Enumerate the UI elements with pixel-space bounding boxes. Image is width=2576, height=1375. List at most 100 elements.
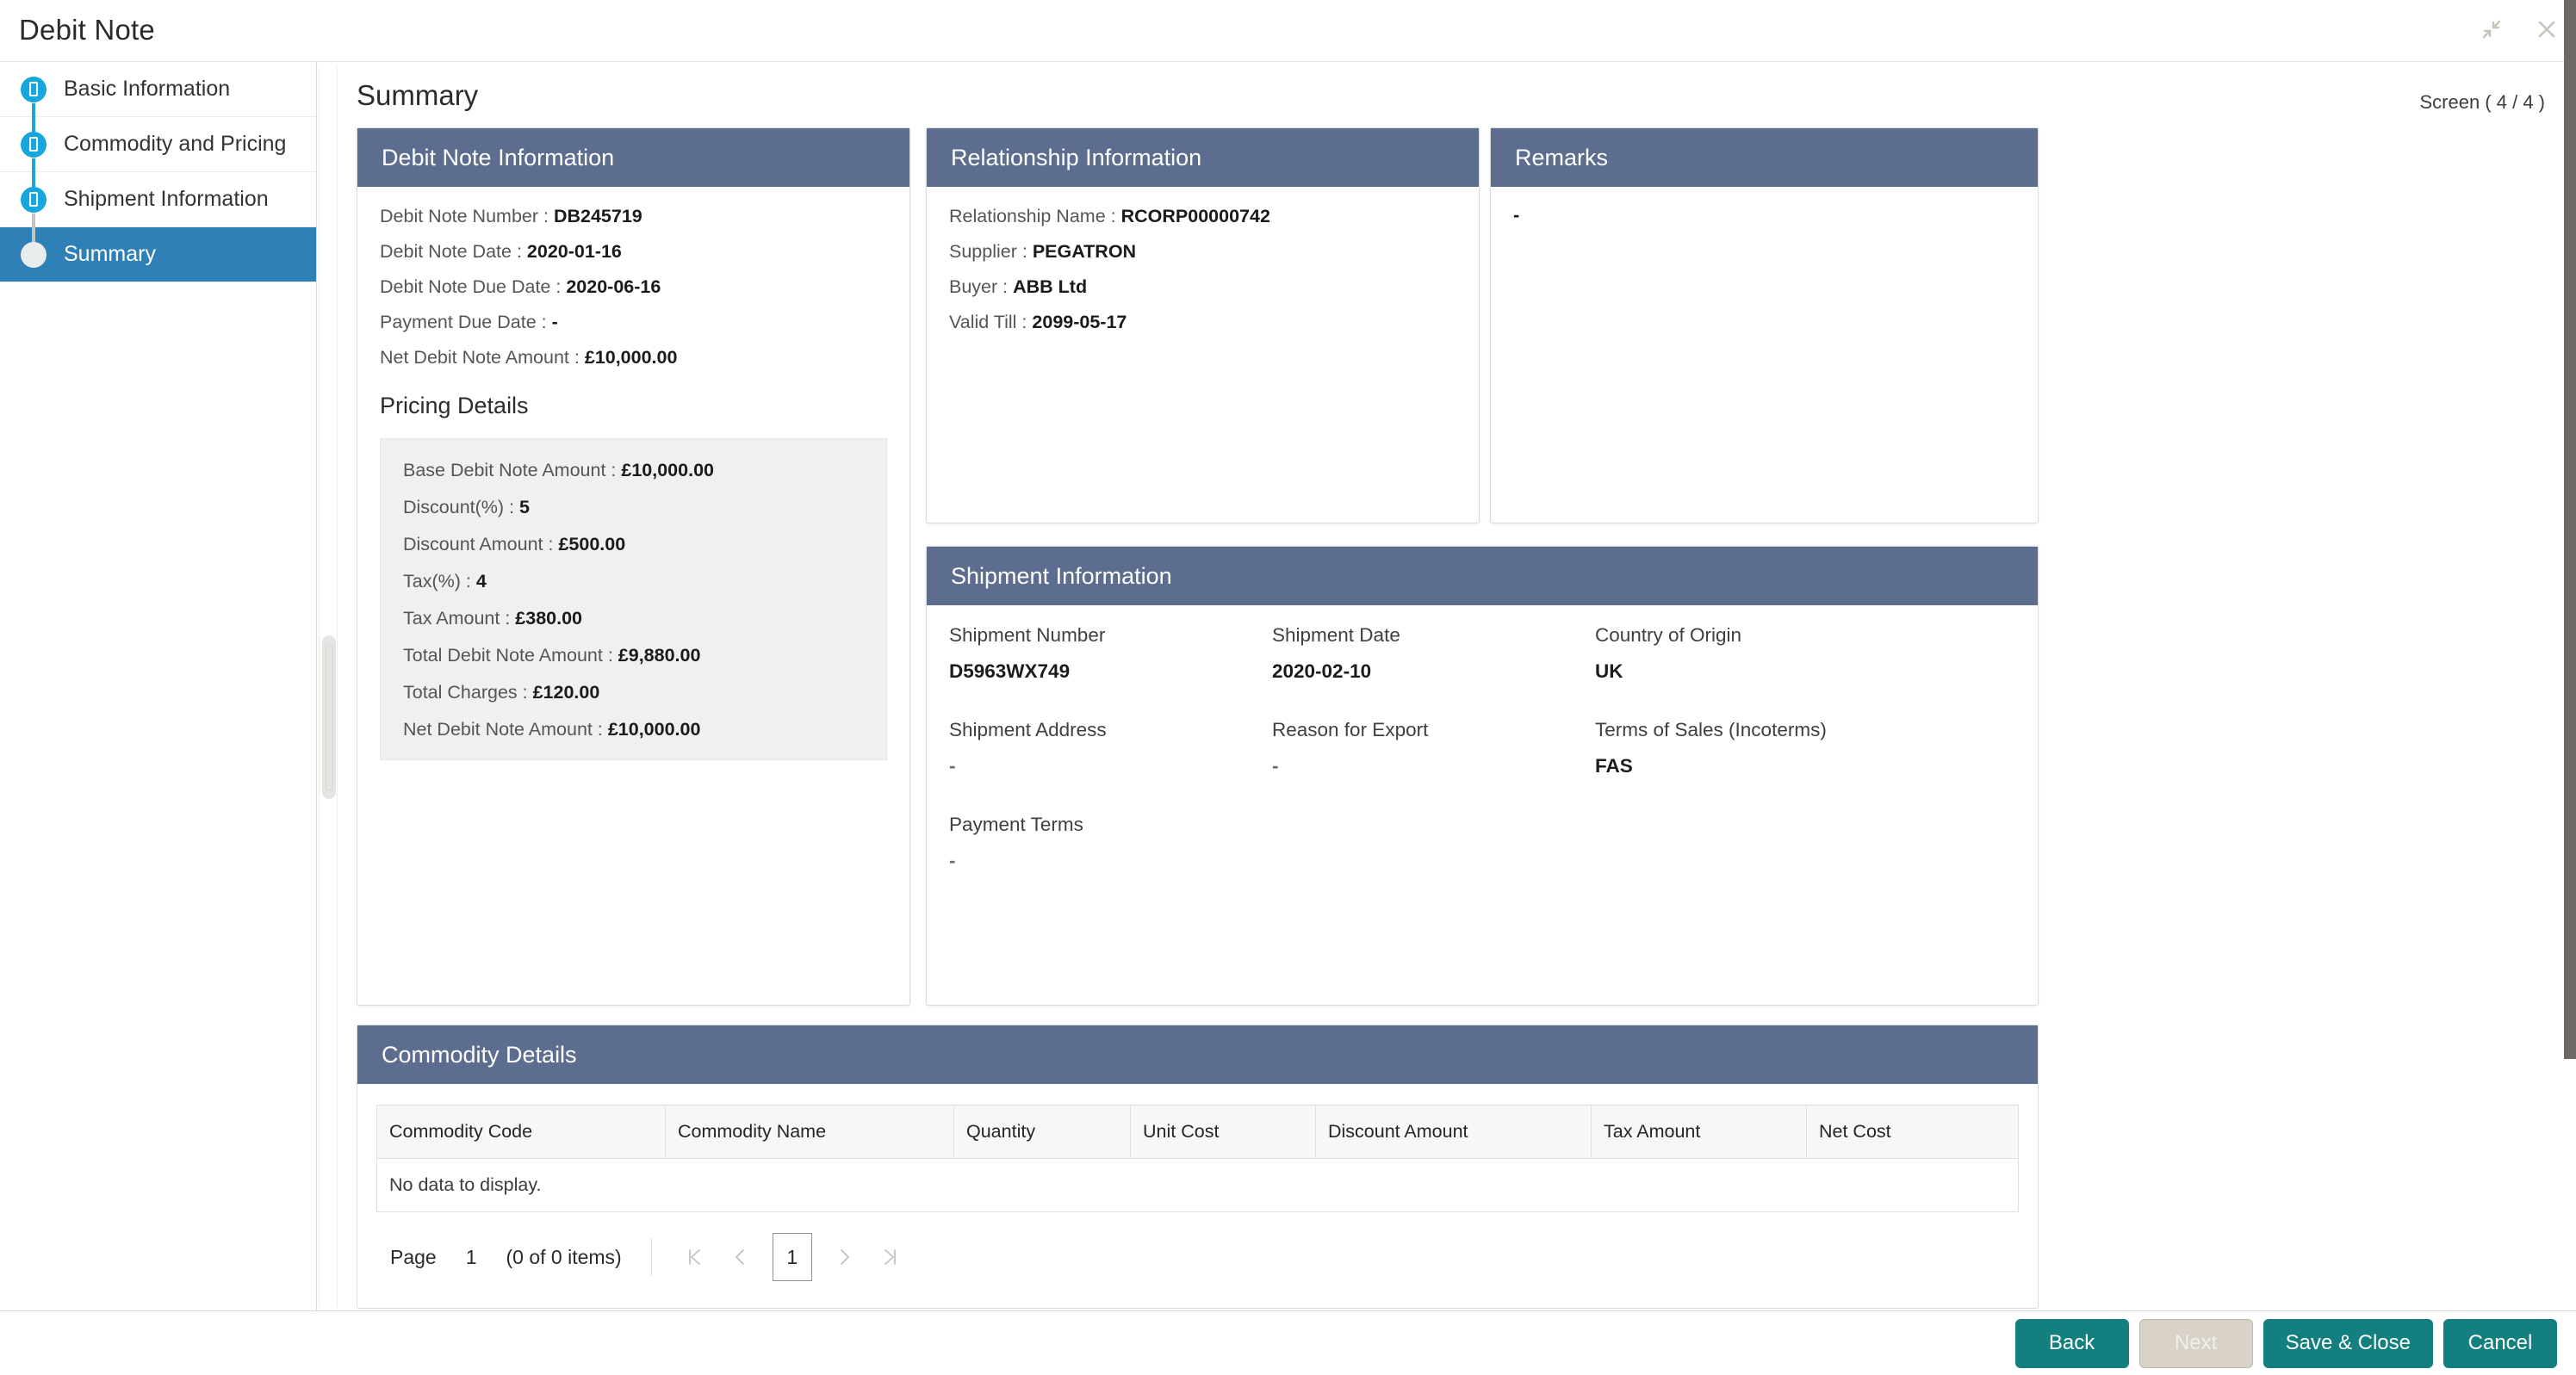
field-value: £9,880.00 (618, 645, 701, 666)
table-empty-row: No data to display. (377, 1159, 2019, 1212)
field-label: Debit Note Number : (380, 206, 549, 226)
page-title: Summary (357, 79, 478, 112)
wizard-sidebar: Basic Information Commodity and Pricing … (0, 62, 317, 1310)
step-info-icon (19, 75, 48, 104)
field-discount-amount: Discount Amount : £500.00 (403, 532, 864, 557)
field-label: Relationship Name : (949, 206, 1116, 226)
sidebar-item-commodity-and-pricing[interactable]: Commodity and Pricing (0, 117, 316, 172)
col-quantity[interactable]: Quantity (954, 1106, 1131, 1159)
col-commodity-name[interactable]: Commodity Name (666, 1106, 954, 1159)
pricing-details-title: Pricing Details (380, 393, 887, 419)
card-header: Relationship Information (927, 128, 1479, 187)
field-debit-note-number: Debit Note Number : DB245719 (380, 204, 887, 229)
field-value-shipment-number: D5963WX749 (949, 660, 1272, 719)
field-value: 2099-05-17 (1032, 312, 1127, 332)
shipment-fields-grid: Shipment Number Shipment Date Country of… (927, 605, 2038, 919)
card-header: Remarks (1491, 128, 2038, 187)
step-info-icon (19, 130, 48, 159)
next-button: Next (2139, 1319, 2253, 1368)
field-payment-due-date: Payment Due Date : - (380, 310, 887, 335)
commodity-table-wrap: Commodity Code Commodity Name Quantity U… (357, 1084, 2038, 1297)
window-controls (2474, 12, 2564, 46)
field-label: Base Debit Note Amount : (403, 460, 616, 480)
col-tax-amount[interactable]: Tax Amount (1592, 1106, 1807, 1159)
card-header-title: Relationship Information (951, 145, 1201, 171)
page-scrollbar[interactable] (2564, 0, 2576, 1375)
field-label: Supplier : (949, 241, 1027, 262)
pager-items-count: (0 of 0 items) (506, 1246, 622, 1269)
pager-next-icon[interactable] (821, 1236, 867, 1278)
grid-spacer (1272, 814, 1595, 850)
back-button[interactable]: Back (2015, 1319, 2129, 1368)
field-label: Discount Amount : (403, 534, 553, 554)
field-label: Buyer : (949, 276, 1008, 297)
card-body: - (1491, 187, 2038, 245)
field-relationship-name: Relationship Name : RCORP00000742 (949, 204, 1456, 229)
field-label: Tax Amount : (403, 608, 510, 629)
commodity-details-card: Commodity Details Commodity Code Commodi… (357, 1025, 2039, 1309)
restore-icon[interactable] (2474, 12, 2509, 46)
field-discount-percent: Discount(%) : 5 (403, 495, 864, 520)
field-value: £380.00 (515, 608, 582, 629)
pager-first-icon[interactable] (671, 1236, 717, 1278)
remarks-value: - (1513, 204, 2015, 226)
page-scrollbar-thumb[interactable] (2564, 0, 2576, 1059)
field-label: Total Debit Note Amount : (403, 645, 613, 666)
cancel-button[interactable]: Cancel (2443, 1319, 2557, 1368)
close-icon[interactable] (2529, 12, 2564, 46)
col-commodity-code[interactable]: Commodity Code (377, 1106, 666, 1159)
field-value-reason-for-export: - (1272, 755, 1595, 814)
field-tax-amount: Tax Amount : £380.00 (403, 606, 864, 631)
empty-message: No data to display. (377, 1159, 2019, 1212)
field-label-terms-of-sales: Terms of Sales (Incoterms) (1595, 719, 2015, 755)
debit-note-dialog: Debit Note (0, 0, 2576, 1375)
field-label-reason-for-export: Reason for Export (1272, 719, 1595, 755)
field-valid-till: Valid Till : 2099-05-17 (949, 310, 1456, 335)
field-value: £500.00 (558, 534, 625, 554)
card-header: Shipment Information (927, 547, 2038, 605)
field-value: DB245719 (554, 206, 642, 226)
field-value: 4 (476, 571, 487, 591)
field-label: Debit Note Due Date : (380, 276, 561, 297)
field-label-country-of-origin: Country of Origin (1595, 624, 2015, 660)
sidebar-item-label: Shipment Information (64, 187, 269, 212)
window-titlebar: Debit Note (0, 0, 2576, 62)
field-label-payment-terms: Payment Terms (949, 814, 1272, 850)
field-value: - (552, 312, 558, 332)
col-discount-amount[interactable]: Discount Amount (1316, 1106, 1592, 1159)
field-total-charges: Total Charges : £120.00 (403, 680, 864, 705)
sidebar-item-summary[interactable]: Summary (0, 227, 316, 282)
pager-last-icon[interactable] (867, 1236, 914, 1278)
card-header-title: Debit Note Information (382, 145, 614, 171)
content-scrollbar-thumb[interactable] (322, 635, 336, 799)
field-total-debit-note-amount: Total Debit Note Amount : £9,880.00 (403, 643, 864, 668)
sidebar-item-shipment-information[interactable]: Shipment Information (0, 172, 316, 227)
field-value: PEGATRON (1033, 241, 1136, 262)
pager-prev-icon[interactable] (717, 1236, 764, 1278)
field-label: Net Debit Note Amount : (403, 719, 603, 740)
card-body: Debit Note Number : DB245719 Debit Note … (357, 187, 909, 779)
content-scrollbar[interactable] (319, 67, 338, 1307)
debit-note-information-card: Debit Note Information Debit Note Number… (357, 127, 910, 1006)
field-value: ABB Ltd (1013, 276, 1087, 297)
pager-current-page[interactable]: 1 (773, 1233, 812, 1281)
field-value-shipment-date: 2020-02-10 (1272, 660, 1595, 719)
table-pager: Page 1 (0 of 0 items) 1 (376, 1212, 2019, 1297)
sidebar-item-basic-information[interactable]: Basic Information (0, 62, 316, 117)
screen-counter: Screen ( 4 / 4 ) (2419, 91, 2545, 114)
card-header-title: Commodity Details (382, 1042, 577, 1068)
field-label: Net Debit Note Amount : (380, 347, 580, 368)
card-header: Commodity Details (357, 1025, 2038, 1084)
col-net-cost[interactable]: Net Cost (1807, 1106, 2019, 1159)
save-and-close-button[interactable]: Save & Close (2263, 1319, 2433, 1368)
field-value: RCORP00000742 (1121, 206, 1270, 226)
field-value: 2020-06-16 (566, 276, 661, 297)
col-unit-cost[interactable]: Unit Cost (1131, 1106, 1316, 1159)
field-debit-note-due-date: Debit Note Due Date : 2020-06-16 (380, 275, 887, 300)
field-value: £10,000.00 (608, 719, 701, 740)
step-info-icon (19, 185, 48, 214)
field-value: £10,000.00 (621, 460, 714, 480)
field-label: Discount(%) : (403, 497, 514, 517)
grid-spacer (1595, 850, 2015, 908)
field-label: Valid Till : (949, 312, 1027, 332)
